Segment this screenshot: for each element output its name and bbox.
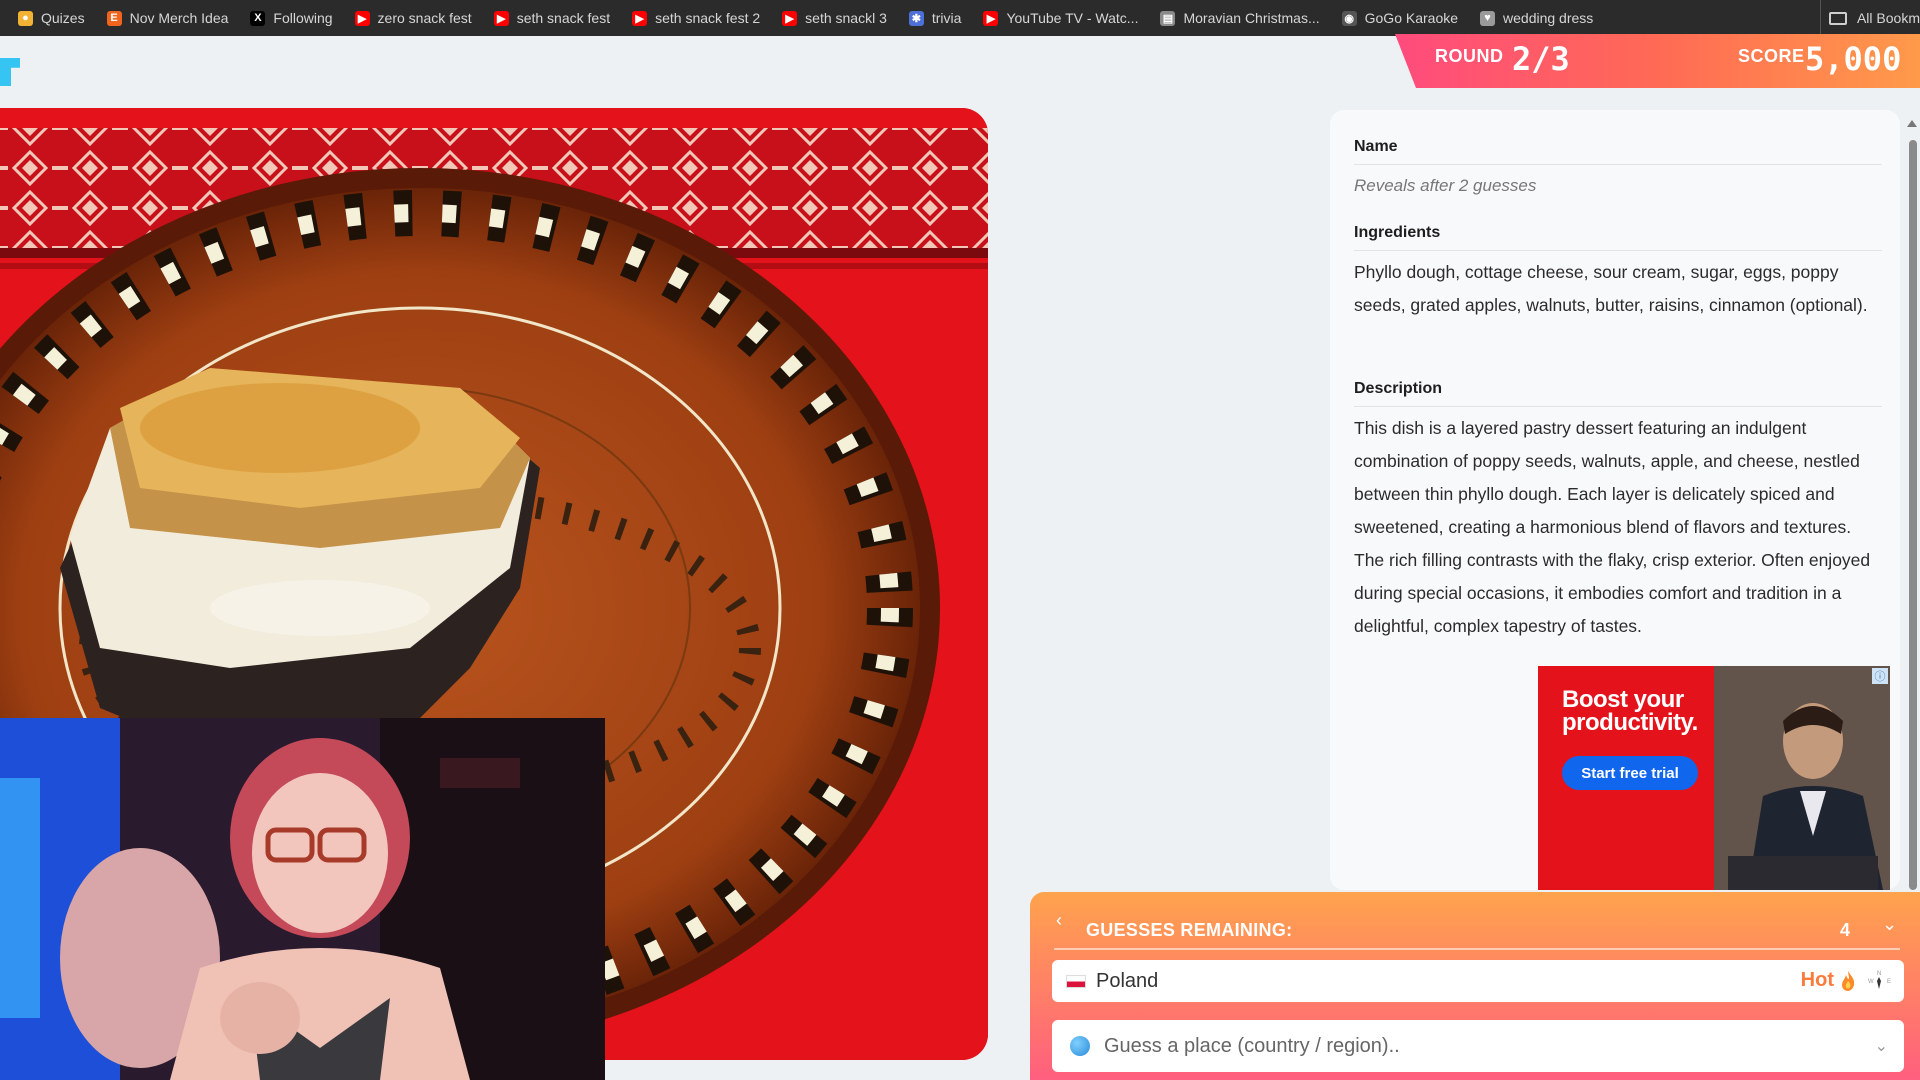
bookmark-label: trivia: [931, 10, 962, 26]
guess-temperature: Hot: [1800, 969, 1834, 991]
score-label: SCORE: [1738, 46, 1805, 66]
flame-icon: [1842, 971, 1855, 991]
name-value: Reveals after 2 guesses: [1354, 176, 1537, 195]
bookmark-item[interactable]: ✱ trivia: [908, 10, 962, 26]
description-heading: Description: [1354, 380, 1443, 397]
bookmark-label: seth snackl 3: [805, 10, 887, 26]
bookmark-item[interactable]: ♥ wedding dress: [1480, 10, 1593, 26]
divider: [1054, 948, 1900, 950]
bookmark-label: YouTube TV - Watc...: [1006, 10, 1139, 26]
bookmark-label: Following: [273, 10, 333, 26]
bookmark-item[interactable]: ● Quizes: [18, 10, 85, 26]
ad-cta-button[interactable]: Start free trial: [1562, 756, 1698, 790]
guess-input[interactable]: [1104, 1034, 1904, 1058]
bookmark-label: Nov Merch Idea: [129, 10, 229, 26]
ingredients-text: Phyllo dough, cottage cheese, sour cream…: [1354, 262, 1868, 315]
guesses-header[interactable]: ‹ GUESSES REMAINING: 4 ⌄: [1030, 892, 1920, 954]
star-icon: ✱: [908, 10, 924, 26]
chevron-down-icon[interactable]: ⌄: [1875, 1036, 1888, 1056]
bulb-icon: ●: [18, 10, 33, 26]
site-logo[interactable]: [0, 58, 20, 86]
heart-icon: ♥: [1480, 10, 1496, 26]
youtube-icon: ▶: [983, 10, 999, 26]
guesses-remaining-count: 4: [1840, 920, 1851, 940]
guesses-panel: ‹ GUESSES REMAINING: 4 ⌄ Poland Hot N W …: [1030, 892, 1920, 1080]
etsy-icon: E: [106, 10, 122, 26]
svg-text:E: E: [1887, 979, 1891, 985]
youtube-icon: ▶: [354, 10, 370, 26]
scroll-up-arrow[interactable]: [1907, 120, 1917, 127]
ingredients-heading: Ingredients: [1354, 224, 1441, 241]
youtube-icon: ▶: [493, 10, 509, 26]
divider: [1354, 164, 1882, 165]
streamer-webcam: [0, 718, 605, 1080]
bookmark-label: GoGo Karaoke: [1364, 10, 1459, 26]
divider: [1354, 250, 1882, 251]
bookmark-label: Moravian Christmas...: [1183, 10, 1320, 26]
guesses-title: GUESSES REMAINING:: [1086, 920, 1293, 940]
bookmark-item[interactable]: ▶ seth snack fest 2: [632, 10, 760, 26]
panel-scrollbar[interactable]: [1909, 140, 1917, 890]
bookmark-label: seth snack fest 2: [655, 10, 761, 26]
folder-icon: [1828, 11, 1847, 25]
bookmarks-bar: ● Quizes E Nov Merch Idea X Following ▶ zero sn…: [0, 0, 1920, 36]
svg-text:W: W: [1868, 979, 1874, 985]
round-value: 2/3: [1512, 40, 1570, 78]
bookmark-item[interactable]: ◉ GoGo Karaoke: [1341, 10, 1459, 26]
ad-headline: Boost your productivity.: [1562, 686, 1698, 736]
bookmark-label: seth snack fest: [516, 10, 611, 26]
compass-icon: N W E: [1868, 971, 1891, 989]
globe-icon: [1070, 1036, 1090, 1056]
round-score-banner: ROUND 2/3 SCORE 5,000: [1395, 34, 1920, 88]
divider: [1354, 406, 1882, 407]
bookmark-item[interactable]: ▤ Moravian Christmas...: [1160, 10, 1320, 26]
bookmark-label: zero snack fest: [377, 10, 472, 26]
bookmark-item[interactable]: X Following: [250, 10, 333, 26]
bookmark-label: wedding dress: [1503, 10, 1594, 26]
bookmark-item[interactable]: ▶ seth snack fest: [493, 10, 611, 26]
x-icon: X: [250, 10, 266, 26]
bookmark-item[interactable]: E Nov Merch Idea: [106, 10, 229, 26]
description-text: This dish is a layered pastry dessert fe…: [1354, 418, 1871, 636]
ad-headline-line-1: Boost your: [1562, 686, 1684, 713]
name-heading: Name: [1354, 138, 1398, 155]
ad-info-icon[interactable]: ⓘ: [1872, 668, 1888, 684]
youtube-icon: ▶: [782, 10, 798, 26]
webcam-overlay: [0, 718, 605, 1080]
chevron-down-icon[interactable]: ⌄: [1882, 914, 1897, 935]
guess-row: Poland Hot N W E: [1052, 960, 1904, 1002]
page-icon: ▤: [1160, 10, 1176, 26]
poland-flag-icon: [1066, 974, 1086, 988]
bookmark-item[interactable]: ▶ YouTube TV - Watc...: [983, 10, 1138, 26]
guess-country: Poland: [1096, 969, 1159, 992]
bookmark-item[interactable]: ▶ zero snack fest: [354, 10, 472, 26]
all-bookmarks-label: All Bookm: [1856, 10, 1920, 26]
svg-text:N: N: [1877, 971, 1881, 977]
bookmark-item[interactable]: ▶ seth snackl 3: [782, 10, 887, 26]
ad-headline-line-2: productivity.: [1562, 709, 1698, 736]
guess-input-row[interactable]: ⌄: [1052, 1020, 1904, 1072]
ad-banner[interactable]: Boost your productivity. Start free tria…: [1538, 666, 1890, 890]
all-bookmarks-button[interactable]: All Bookm: [1819, 0, 1920, 36]
mic-icon: ◉: [1341, 10, 1357, 26]
chevron-left-icon[interactable]: ‹: [1056, 910, 1062, 931]
round-label: ROUND: [1435, 46, 1504, 66]
youtube-icon: ▶: [632, 10, 648, 26]
score-value: 5,000: [1805, 40, 1902, 78]
bookmark-label: Quizes: [41, 10, 85, 26]
